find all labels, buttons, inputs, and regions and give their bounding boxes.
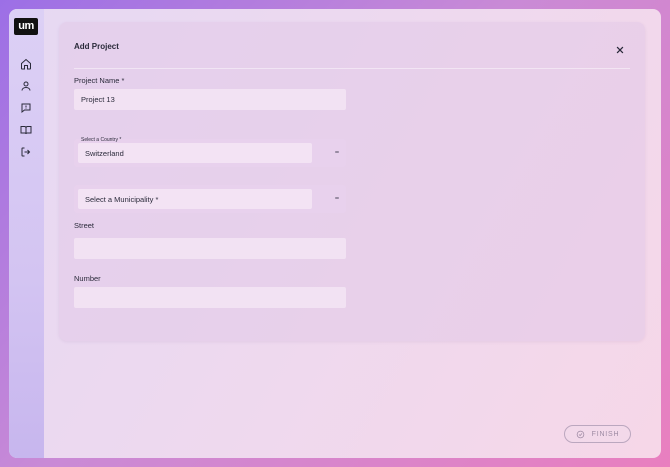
country-select-field: Switzerland <box>78 143 312 163</box>
chevron-down-icon <box>334 195 340 201</box>
app-window: um Add Project Project Name * Project 13… <box>9 9 661 458</box>
sidebar-item-logout[interactable] <box>20 146 32 158</box>
municipality-select[interactable]: Select a Municipality * <box>74 185 346 213</box>
close-icon <box>616 46 624 54</box>
book-open-icon <box>20 126 32 135</box>
chevron-down-icon <box>334 149 340 155</box>
add-project-dialog: Add Project Project Name * Select a Coun… <box>59 22 645 341</box>
sidebar: um <box>9 9 44 458</box>
municipality-select-field: Select a Municipality * <box>78 189 312 209</box>
project-name-input[interactable] <box>74 89 346 110</box>
street-label: Street <box>74 221 95 230</box>
sidebar-item-docs[interactable] <box>20 124 32 136</box>
message-alert-icon <box>21 103 31 114</box>
home-icon <box>21 58 31 70</box>
sidebar-item-profile[interactable] <box>20 80 32 92</box>
finish-button-label: FINISH <box>591 430 620 438</box>
country-select-value: Switzerland <box>85 149 124 158</box>
close-button[interactable] <box>615 45 625 55</box>
sidebar-item-messages[interactable] <box>20 102 32 114</box>
municipality-select-placeholder: Select a Municipality * <box>85 195 159 204</box>
number-input[interactable] <box>74 287 346 308</box>
dialog-title: Add Project <box>74 42 119 51</box>
logout-icon <box>21 147 31 157</box>
country-select[interactable]: Select a Country * Switzerland <box>74 137 346 167</box>
check-circle-icon <box>576 430 585 439</box>
finish-button[interactable]: FINISH <box>564 425 631 443</box>
street-input[interactable] <box>74 238 346 259</box>
app-logo[interactable]: um <box>14 18 38 35</box>
number-label: Number <box>74 274 101 283</box>
dialog-divider <box>74 68 630 69</box>
project-name-label: Project Name * <box>74 76 125 85</box>
sidebar-item-home[interactable] <box>20 58 32 70</box>
user-icon <box>21 81 31 91</box>
